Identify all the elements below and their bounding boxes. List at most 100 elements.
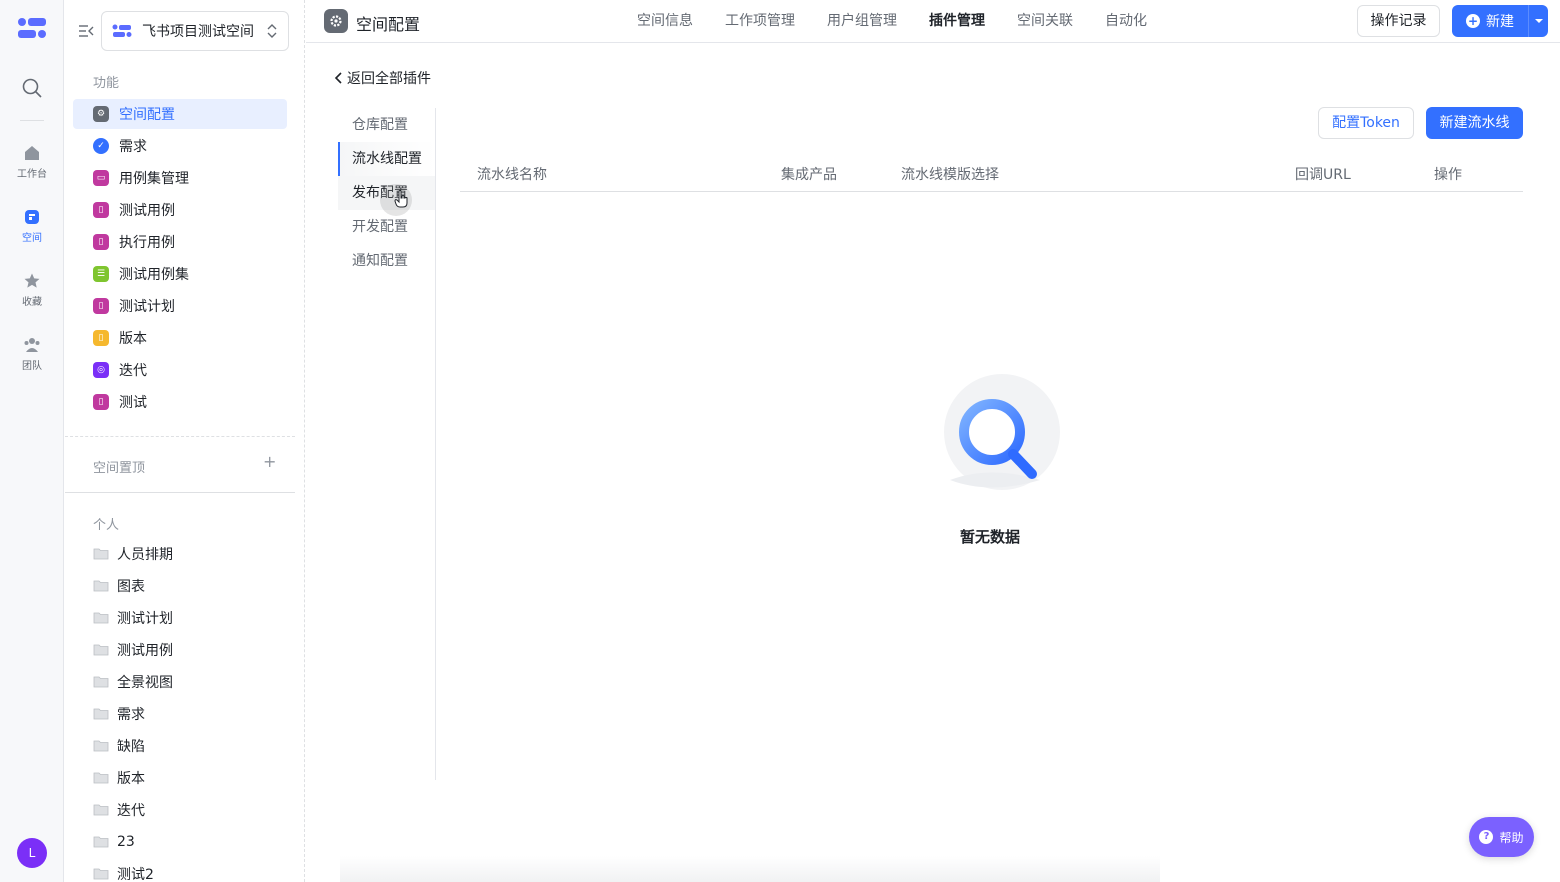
sidebar-divider [65, 492, 295, 493]
nav-item-test-case[interactable]: ▯ 测试用例 [73, 195, 287, 225]
subnav-notify-config[interactable]: 通知配置 [338, 244, 435, 278]
new-pipeline-button[interactable]: 新建流水线 [1426, 107, 1523, 139]
personal-view-item[interactable]: 人员排期 [93, 538, 293, 570]
folder-icon [93, 804, 109, 816]
rail-item-space[interactable]: 空间 [0, 208, 64, 244]
nav-item-caseset-management[interactable]: ▭ 用例集管理 [73, 163, 287, 193]
personal-view-item[interactable]: 23 [93, 826, 293, 858]
back-to-plugins-link[interactable]: 返回全部插件 [334, 68, 431, 88]
search-icon[interactable] [20, 76, 44, 100]
nav-item-test-plan[interactable]: ▯ 测试计划 [73, 291, 287, 321]
nav-item-space-config[interactable]: ⚙ 空间配置 [73, 99, 287, 129]
space-logo-icon [112, 24, 132, 37]
back-link-label: 返回全部插件 [347, 71, 431, 87]
subnav-dev-config[interactable]: 开发配置 [338, 210, 435, 244]
folder-icon [93, 836, 109, 848]
personal-view-label: 测试用例 [117, 643, 173, 659]
space-switcher[interactable]: 飞书项目测试空间 [101, 11, 289, 51]
help-button[interactable]: ? 帮助 [1469, 817, 1534, 857]
subnav-repo-config[interactable]: 仓库配置 [338, 108, 435, 142]
nav-item-requirement[interactable]: ✓ 需求 [73, 131, 287, 161]
personal-view-item[interactable]: 全景视图 [93, 666, 293, 698]
top-bar: 空间配置 空间信息 工作项管理 用户组管理 插件管理 空间关联 自动化 操作记录… [306, 0, 1560, 43]
rail-item-workbench[interactable]: 工作台 [0, 144, 64, 180]
column-header-template-select: 流水线模版选择 [901, 167, 999, 183]
chevron-updown-icon [267, 24, 277, 38]
folder-icon [93, 580, 109, 592]
personal-view-label: 全景视图 [117, 675, 173, 691]
personal-view-item[interactable]: 缺陷 [93, 730, 293, 762]
nav-item-label: 执行用例 [119, 235, 175, 251]
app-logo-icon[interactable] [16, 16, 48, 42]
config-token-button[interactable]: 配置Token [1318, 107, 1414, 139]
column-header-integrated-product: 集成产品 [781, 167, 837, 183]
nav-item-iteration[interactable]: ◎ 迭代 [73, 355, 287, 385]
user-avatar[interactable]: L [17, 838, 47, 868]
folder-icon [93, 740, 109, 752]
empty-state: 暂无数据 [920, 370, 1060, 547]
collapse-sidebar-icon[interactable] [77, 22, 95, 40]
column-header-pipeline-name: 流水线名称 [477, 167, 547, 183]
personal-view-item[interactable]: 测试2 [93, 858, 293, 882]
chevron-left-icon [334, 72, 342, 84]
rail-item-team[interactable]: 团队 [0, 336, 64, 372]
tab-workitem-management[interactable]: 工作项管理 [725, 0, 795, 43]
personal-view-label: 缺陷 [117, 739, 145, 755]
tab-plugin-management[interactable]: 插件管理 [929, 0, 985, 43]
plus-icon: + [1466, 14, 1480, 28]
features-nav: ⚙ 空间配置 ✓ 需求 ▭ 用例集管理 ▯ 测试用例 ▯ 执行用例 ☰ 测试用例… [73, 99, 287, 419]
personal-view-label: 人员排期 [117, 547, 173, 563]
tab-space-info[interactable]: 空间信息 [637, 0, 693, 43]
rail-item-favorites[interactable]: 收藏 [0, 272, 64, 308]
nav-item-version[interactable]: ▯ 版本 [73, 323, 287, 353]
personal-view-item[interactable]: 迭代 [93, 794, 293, 826]
nav-item-label: 需求 [119, 139, 147, 155]
folder-icon [93, 676, 109, 688]
new-button[interactable]: + 新建 [1452, 5, 1548, 37]
bookmark-icon: ▯ [93, 234, 109, 250]
nav-item-label: 测试 [119, 395, 147, 411]
personal-view-label: 需求 [117, 707, 145, 723]
new-dropdown-toggle[interactable] [1528, 5, 1548, 37]
new-button-main[interactable]: + 新建 [1452, 5, 1528, 37]
page-title: 空间配置 [356, 15, 421, 34]
bookmark-icon: ▯ [93, 330, 109, 346]
section-label-features: 功能 [93, 76, 120, 91]
help-label: 帮助 [1499, 830, 1524, 845]
tab-automation[interactable]: 自动化 [1105, 0, 1147, 43]
tab-space-association[interactable]: 空间关联 [1017, 0, 1073, 43]
nav-item-execute-case[interactable]: ▯ 执行用例 [73, 227, 287, 257]
team-icon [24, 338, 40, 352]
nav-item-label: 空间配置 [119, 107, 175, 123]
folder-icon [93, 708, 109, 720]
rail-item-label: 空间 [22, 233, 42, 244]
settings-icon [324, 9, 348, 33]
rail-item-label: 团队 [22, 361, 42, 372]
subnav-pipeline-config[interactable]: 流水线配置 [338, 142, 435, 176]
hand-cursor-icon [394, 190, 408, 208]
personal-view-label: 23 [117, 834, 135, 850]
personal-view-label: 测试2 [117, 867, 154, 882]
personal-view-item[interactable]: 测试用例 [93, 634, 293, 666]
add-pinned-icon[interactable]: + [263, 454, 277, 470]
nav-item-label: 版本 [119, 331, 147, 347]
nav-item-test-caseset[interactable]: ☰ 测试用例集 [73, 259, 287, 289]
folder-icon [93, 772, 109, 784]
tab-usergroup-management[interactable]: 用户组管理 [827, 0, 897, 43]
personal-view-label: 版本 [117, 771, 145, 787]
question-icon: ? [1479, 830, 1494, 844]
column-header-callback-url: 回调URL [1295, 167, 1351, 183]
gear-icon: ⚙ [93, 106, 109, 122]
operation-log-button[interactable]: 操作记录 [1357, 5, 1440, 37]
personal-view-item[interactable]: 版本 [93, 762, 293, 794]
personal-view-label: 迭代 [117, 803, 145, 819]
personal-view-label: 测试计划 [117, 611, 173, 627]
personal-view-item[interactable]: 图表 [93, 570, 293, 602]
rail-item-label: 收藏 [22, 297, 42, 308]
nav-item-label: 测试用例集 [119, 267, 189, 283]
nav-item-test[interactable]: ▯ 测试 [73, 387, 287, 417]
personal-view-item[interactable]: 测试计划 [93, 602, 293, 634]
subnav-release-config[interactable]: 发布配置 [338, 176, 435, 216]
section-label-pinned: 空间置顶 [93, 461, 146, 476]
personal-view-item[interactable]: 需求 [93, 698, 293, 730]
